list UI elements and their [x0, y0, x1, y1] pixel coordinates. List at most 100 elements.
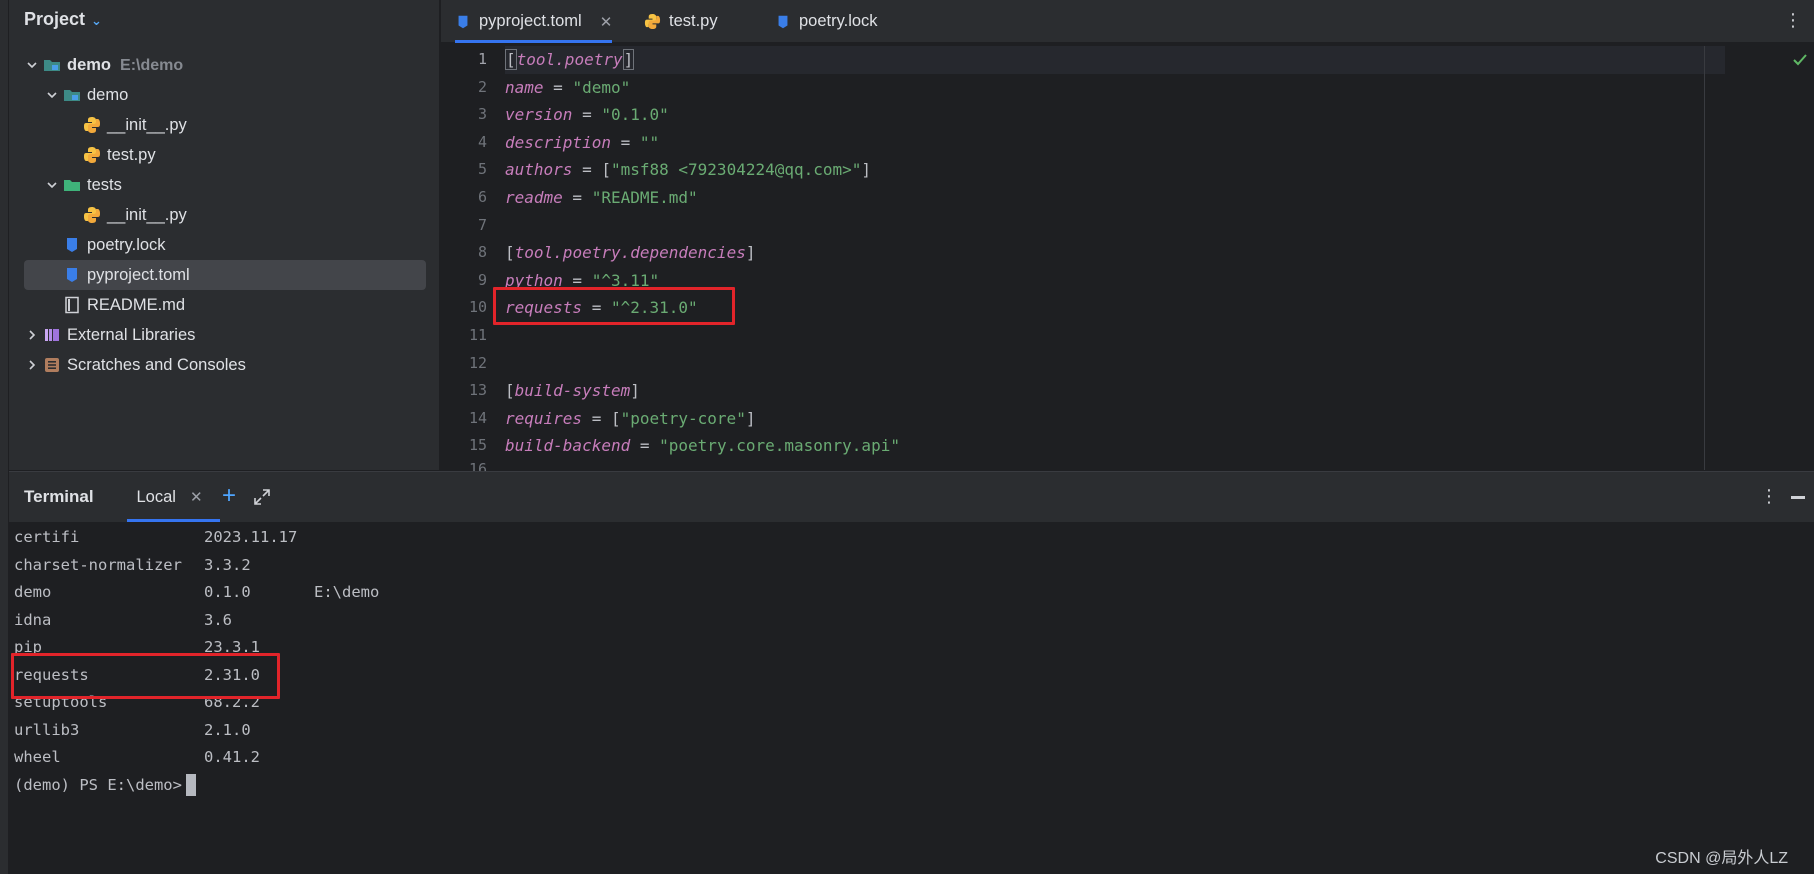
chevron-down-icon[interactable]	[45, 178, 59, 192]
code-line: authors = ["msf88 <792304224@qq.com>"]	[505, 160, 872, 180]
tree-item-tests[interactable]: tests	[9, 170, 440, 200]
editor-area: pyproject.toml ✕ test.py poetry.lock ⋮ 1…	[441, 0, 1814, 472]
tab-label: pyproject.toml	[479, 12, 582, 30]
terminal-prompt[interactable]: (demo) PS E:\demo>	[14, 772, 1804, 800]
plus-icon[interactable]: +	[222, 482, 236, 510]
close-icon[interactable]: ✕	[190, 488, 203, 506]
code-line: name = "demo"	[505, 77, 631, 97]
lock-file-icon	[63, 236, 81, 254]
left-tool-stripe	[0, 0, 9, 874]
chevron-down-icon[interactable]	[25, 58, 39, 72]
tree-item-label: tests	[87, 175, 122, 194]
project-panel-header[interactable]: Project ⌄	[24, 9, 102, 30]
tree-item-demo-root[interactable]: demo E:\demo	[9, 50, 440, 80]
tree-item-poetry-lock[interactable]: poetry.lock	[9, 230, 440, 260]
line-number: 13	[468, 381, 487, 400]
line-number: 7	[477, 215, 487, 234]
package-row: pip 23.3.1	[14, 638, 260, 656]
tree-item-pyproject-toml[interactable]: pyproject.toml	[24, 260, 426, 290]
code-line: [tool.poetry.dependencies]	[505, 243, 756, 263]
tree-item-label: test.py	[107, 145, 156, 164]
package-row: wheel 0.41.2	[14, 748, 260, 766]
code-content[interactable]: [tool.poetry] name = "demo" version = "0…	[505, 46, 1725, 460]
tree-item-label: External Libraries	[67, 325, 196, 344]
tree-item-external-libraries[interactable]: External Libraries	[9, 320, 440, 350]
line-number: 5	[477, 160, 487, 179]
tab-poetry-lock[interactable]: poetry.lock	[775, 0, 878, 43]
toml-file-icon	[455, 14, 471, 30]
check-icon[interactable]	[1792, 52, 1808, 68]
line-number: 12	[468, 353, 487, 372]
chevron-right-icon[interactable]	[25, 358, 39, 372]
tree-item-label: poetry.lock	[87, 235, 166, 254]
project-title: Project	[24, 9, 86, 29]
tree-item-path: E:\demo	[120, 56, 184, 74]
terminal-output[interactable]: certifi 2023.11.17 charset-normalizer 3.3.…	[14, 524, 1804, 799]
line-number: 1	[477, 50, 487, 68]
package-row: idna 3.6	[14, 610, 232, 629]
tree-item-demo-package[interactable]: demo	[9, 80, 440, 110]
chevron-down-icon[interactable]	[45, 88, 59, 102]
watermark: CSDN @局外人LZ	[1655, 850, 1788, 867]
python-file-icon	[83, 146, 101, 164]
test-folder-icon	[63, 176, 81, 194]
line-number: 4	[477, 132, 487, 151]
python-file-icon	[83, 116, 101, 134]
tab-label: Local	[136, 487, 176, 506]
tab-label: test.py	[669, 12, 718, 30]
terminal-panel: Terminal Local ✕ + ⋮ certifi 2023.11.17 c…	[9, 471, 1814, 874]
module-folder-icon	[43, 56, 61, 74]
more-vertical-icon[interactable]: ⋮	[1784, 10, 1802, 31]
scratches-icon	[43, 356, 61, 374]
package-row: demo 0.1.0 E:\demo	[14, 583, 380, 601]
tree-item-scratches-consoles[interactable]: Scratches and Consoles	[9, 350, 440, 380]
line-number: 14	[468, 408, 487, 427]
tab-pyproject-toml[interactable]: pyproject.toml ✕	[455, 0, 613, 43]
tab-test-py[interactable]: test.py	[644, 0, 718, 43]
tree-item-label: __init__.py	[107, 205, 187, 224]
line-number: 9	[477, 270, 487, 289]
minimize-icon[interactable]	[1791, 496, 1805, 499]
more-vertical-icon[interactable]: ⋮	[1760, 486, 1778, 507]
expand-icon[interactable]	[253, 488, 271, 506]
tree-item-label: demo	[67, 55, 112, 74]
toml-file-icon	[63, 266, 81, 284]
markdown-file-icon	[63, 296, 81, 314]
tab-label: poetry.lock	[799, 12, 878, 30]
python-file-icon	[83, 206, 101, 224]
line-number: 15	[468, 436, 487, 455]
tree-item-tests-init-py[interactable]: __init__.py	[9, 200, 440, 230]
tree-item-test-py[interactable]: test.py	[9, 140, 440, 170]
editor-tabs: pyproject.toml ✕ test.py poetry.lock ⋮	[441, 0, 1814, 43]
code-line: description = ""	[505, 132, 660, 152]
line-number: 3	[477, 105, 487, 124]
project-panel: Project ⌄ demo E:\demo demo __init__.py t…	[9, 0, 440, 470]
line-number: 11	[468, 325, 487, 344]
tree-item-label: demo	[87, 85, 129, 104]
tree-item-readme-md[interactable]: README.md	[9, 290, 440, 320]
tree-item-init-py[interactable]: __init__.py	[9, 110, 440, 140]
chevron-down-icon[interactable]: ⌄	[91, 13, 102, 29]
lock-file-icon	[775, 14, 791, 30]
text-cursor	[185, 774, 196, 796]
line-number: 8	[477, 243, 487, 262]
tree-item-label: pyproject.toml	[87, 265, 190, 284]
terminal-header: Terminal Local ✕ + ⋮	[9, 472, 1814, 522]
package-row: requests 2.31.0	[14, 665, 260, 684]
tree-item-label: README.md	[87, 295, 186, 314]
code-line: python = "^3.11"	[505, 270, 660, 290]
close-icon[interactable]: ✕	[600, 13, 613, 31]
code-line: build-backend = "poetry.core.masonry.api…	[505, 436, 900, 456]
package-row: urllib3 2.1.0	[14, 720, 251, 739]
project-tree: demo E:\demo demo __init__.py test.py tes…	[9, 50, 440, 380]
chevron-right-icon[interactable]	[25, 328, 39, 342]
right-margin-guide	[1704, 46, 1705, 470]
code-line: [tool.poetry]	[505, 46, 1725, 74]
terminal-tab-local[interactable]: Local ✕	[119, 472, 220, 522]
code-line: requests = "^2.31.0"	[505, 298, 698, 318]
package-row: charset-normalizer 3.3.2	[14, 555, 251, 574]
package-row: setuptools 68.2.2	[14, 693, 260, 711]
